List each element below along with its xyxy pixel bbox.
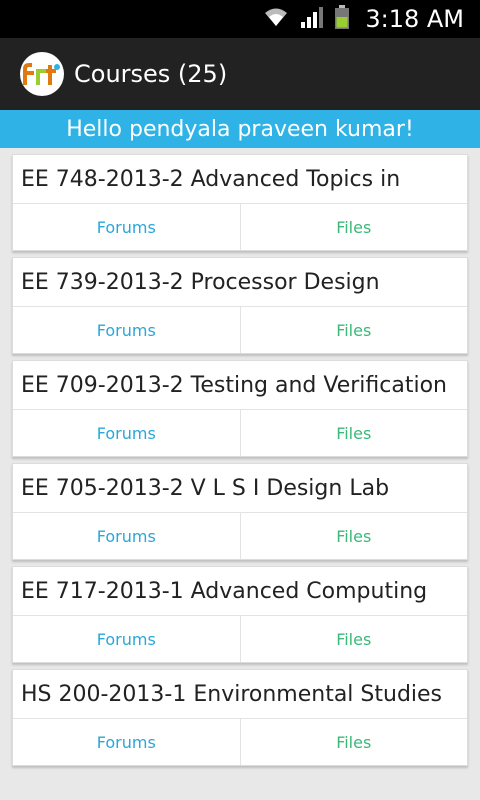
battery-icon	[335, 5, 350, 33]
status-time: 3:18 AM	[365, 5, 464, 33]
course-card: EE 739-2013-2 Processor Design Forums Fi…	[12, 257, 468, 354]
files-button[interactable]: Files	[241, 616, 468, 662]
course-title[interactable]: EE 739-2013-2 Processor Design	[13, 258, 467, 306]
course-title[interactable]: EE 748-2013-2 Advanced Topics in	[13, 155, 467, 203]
course-actions: Forums Files	[13, 718, 467, 765]
wifi-icon	[263, 6, 289, 32]
course-card: EE 717-2013-1 Advanced Computing Forums …	[12, 566, 468, 663]
status-bar: 3:18 AM	[0, 0, 480, 38]
greeting-banner: Hello pendyala praveen kumar!	[0, 110, 480, 148]
page-title: Courses (25)	[74, 60, 228, 88]
course-title[interactable]: EE 709-2013-2 Testing and Verification	[13, 361, 467, 409]
files-button[interactable]: Files	[241, 307, 468, 353]
signal-icon	[299, 6, 325, 32]
course-card: EE 709-2013-2 Testing and Verification F…	[12, 360, 468, 457]
course-actions: Forums Files	[13, 203, 467, 250]
files-button[interactable]: Files	[241, 410, 468, 456]
files-button[interactable]: Files	[241, 719, 468, 765]
course-card: EE 748-2013-2 Advanced Topics in Forums …	[12, 154, 468, 251]
action-bar: Courses (25)	[0, 38, 480, 110]
forums-button[interactable]: Forums	[13, 616, 241, 662]
course-card: HS 200-2013-1 Environmental Studies Foru…	[12, 669, 468, 766]
forums-button[interactable]: Forums	[13, 307, 241, 353]
forums-button[interactable]: Forums	[13, 513, 241, 559]
forums-button[interactable]: Forums	[13, 410, 241, 456]
course-actions: Forums Files	[13, 512, 467, 559]
course-actions: Forums Files	[13, 306, 467, 353]
files-button[interactable]: Files	[241, 204, 468, 250]
app-logo-icon[interactable]	[20, 52, 64, 96]
forums-button[interactable]: Forums	[13, 719, 241, 765]
course-list: EE 748-2013-2 Advanced Topics in Forums …	[0, 154, 480, 766]
course-actions: Forums Files	[13, 409, 467, 456]
files-button[interactable]: Files	[241, 513, 468, 559]
forums-button[interactable]: Forums	[13, 204, 241, 250]
course-title[interactable]: HS 200-2013-1 Environmental Studies	[13, 670, 467, 718]
course-title[interactable]: EE 705-2013-2 V L S I Design Lab	[13, 464, 467, 512]
course-title[interactable]: EE 717-2013-1 Advanced Computing	[13, 567, 467, 615]
course-card: EE 705-2013-2 V L S I Design Lab Forums …	[12, 463, 468, 560]
course-actions: Forums Files	[13, 615, 467, 662]
